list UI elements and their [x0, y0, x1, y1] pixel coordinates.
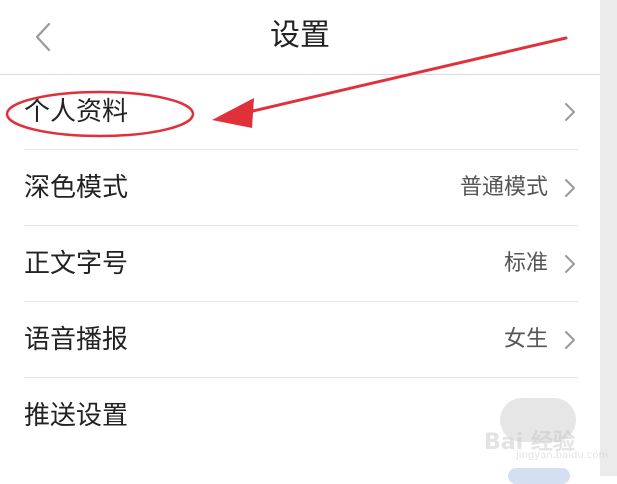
right-edge-strip [600, 0, 617, 476]
row-value: 女生 [503, 327, 548, 352]
bottom-toggle-edge [508, 468, 570, 484]
chevron-right-icon [565, 255, 575, 273]
settings-row-font-size[interactable]: 正文字号 标准 [24, 226, 578, 302]
row-label: 语音播报 [24, 325, 129, 355]
chevron-right-icon [565, 179, 575, 197]
row-label: 正文字号 [24, 249, 129, 279]
row-label: 个人资料 [24, 97, 129, 127]
settings-row-voice[interactable]: 语音播报 女生 [24, 302, 578, 378]
header-bar: 设置 [0, 0, 600, 75]
chevron-right-icon [565, 103, 575, 121]
row-label: 推送设置 [24, 401, 129, 431]
chevron-right-icon [565, 331, 575, 349]
row-label: 深色模式 [24, 173, 129, 203]
watermark: Bai 经验 jingyan.baidu.com [476, 398, 608, 462]
row-value: 普通模式 [459, 175, 548, 200]
row-value: 标准 [503, 251, 548, 276]
watermark-url: jingyan.baidu.com [516, 450, 609, 461]
settings-row-dark-mode[interactable]: 深色模式 普通模式 [24, 150, 578, 226]
page-title: 设置 [270, 18, 330, 53]
settings-row-profile[interactable]: 个人资料 [24, 74, 578, 150]
